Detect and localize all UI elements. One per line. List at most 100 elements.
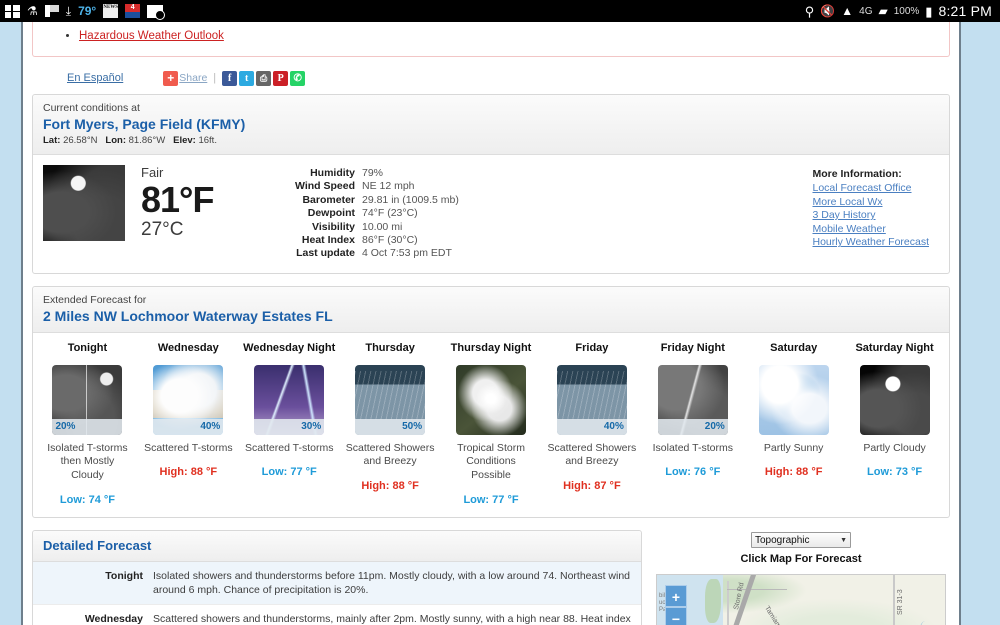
tstorm-day-icon: 40% [153, 364, 224, 435]
detail-key: Dewpoint [307, 207, 355, 220]
table-row: Barometer 29.81 in (1009.5 mb) [295, 193, 459, 207]
en-espanol-link[interactable]: En Español [67, 72, 123, 84]
forecast-card[interactable]: Wednesday Night 30% Scattered T-storms Low:… [239, 341, 340, 507]
detailed-forecast-panel: Detailed Forecast Tonight Isolated showe… [32, 529, 642, 625]
twitter-share-icon[interactable]: t [239, 70, 255, 86]
detail-key: Barometer [302, 193, 355, 206]
forecast-temperature: Low: 77 °F [261, 466, 317, 479]
status-clock: 8:21 PM [938, 3, 992, 19]
precip-probability-badge: 30% [254, 418, 325, 435]
fox4-icon: 4 [125, 4, 141, 18]
map-column: Topographic ▼ Click Map For Forecast Sto… [656, 530, 946, 625]
forecast-card[interactable]: Saturday Night Partly Cloudy Low: 73 °F [844, 341, 945, 507]
current-temp-fahrenheit: 81°F [141, 179, 214, 220]
signal-icon: ▰ [878, 4, 888, 18]
map-layer-select[interactable]: Topographic ▼ [751, 532, 851, 549]
detail-value: 86°F (30°C) [362, 234, 418, 247]
flag-icon [44, 4, 59, 18]
forecast-card[interactable]: Friday Night 20% Isolated T-storms Low: 76 … [642, 341, 743, 507]
hourly-weather-forecast-link[interactable]: Hourly Weather Forecast [812, 236, 929, 250]
map-road-sr31 [893, 575, 895, 625]
map-label-sr31: SR 31-3 [897, 589, 904, 616]
forecast-temperature: Low: 74 °F [59, 493, 115, 506]
forecast-description: Scattered T-storms [244, 441, 334, 454]
detail-key: Humidity [310, 167, 355, 179]
forecast-day-label: Wednesday [157, 341, 219, 354]
extended-forecast-header: Extended Forecast for 2 Miles NW Lochmoo… [33, 286, 949, 333]
hazardous-weather-outlook-link[interactable]: Hazardous Weather Outlook [79, 30, 224, 42]
facebook-share-icon[interactable]: f [222, 70, 238, 86]
current-temp-celsius: 27°C [141, 219, 184, 240]
elev-label: Elev: [173, 135, 196, 146]
addthis-share-label[interactable]: Share [179, 72, 207, 84]
print-share-icon[interactable]: ⎙ [256, 70, 272, 86]
hazardous-weather-box: Hazardous Weather Outlook [32, 22, 950, 57]
download-icon: ⤓ [65, 4, 72, 18]
status-bar-left-icons: ⚗ ⤓ 79° NEWS 4 [0, 4, 166, 20]
extended-forecast-kicker: Extended Forecast for [43, 293, 147, 306]
table-row: Wednesday Scattered showers and thunders… [33, 605, 641, 625]
forecast-description: Scattered Showers and Breezy [345, 441, 435, 468]
detail-value: 29.81 in (1009.5 mb) [362, 193, 459, 206]
mobile-weather-link[interactable]: Mobile Weather [812, 223, 929, 237]
table-row: Visibility 10.00 mi [295, 221, 459, 234]
detail-value: 74°F (23°C) [362, 207, 418, 220]
forecast-map[interactable]: Store Rd Tamiami Tr SR 31-3 bile uon Par +… [656, 574, 946, 625]
current-conditions-kicker: Current conditions at [43, 102, 140, 114]
local-forecast-office-link[interactable]: Local Forecast Office [812, 182, 929, 196]
addthis-widget: + Share | f t ⎙ P ✆ [163, 70, 307, 86]
pinterest-share-icon[interactable]: P [273, 70, 289, 86]
precip-probability-badge: 40% [556, 418, 627, 435]
windows-icon [5, 4, 20, 18]
map-label-tamiami: Tamiami Tr [763, 605, 788, 625]
forecast-day-label: Saturday [770, 341, 818, 354]
detailed-row-text: Isolated showers and thunderstorms befor… [153, 569, 631, 597]
cast-icon: ⚗ [27, 4, 38, 18]
precip-probability-badge: 40% [153, 418, 224, 435]
partly-sunny-icon [758, 364, 829, 435]
three-day-history-link[interactable]: 3 Day History [812, 209, 929, 223]
chevron-down-icon: ▼ [840, 536, 847, 544]
forecast-card[interactable]: Saturday Partly Sunny High: 88 °F [743, 341, 844, 507]
detail-value: 10.00 mi [362, 220, 403, 233]
rain-icon: 40% [556, 364, 627, 435]
detail-value: NE 12 mph [362, 180, 415, 193]
detail-value: 4 Oct 7:53 pm EDT [362, 247, 452, 260]
android-status-bar: ⚗ ⤓ 79° NEWS 4 ⚲ 🔇 ▲ 4G ▰ 100% ▮ 8:21 PM [0, 0, 1000, 22]
map-zoom-out-button[interactable]: − [665, 607, 687, 625]
forecast-card[interactable]: Thursday 50% Scattered Showers and Breezy H… [340, 341, 441, 507]
network-type-label: 4G [859, 5, 873, 17]
whatsapp-share-icon[interactable]: ✆ [290, 70, 306, 86]
table-row: Heat Index 86°F (30°C) [295, 234, 459, 247]
forecast-description: Isolated T-storms then Mostly Cloudy [47, 441, 128, 482]
detailed-row-label: Wednesday [84, 613, 143, 625]
current-details-table: Humidity 79% Wind Speed NE 12 mph Baromete… [295, 165, 625, 261]
map-caption: Click Map For Forecast [740, 553, 862, 566]
more-local-wx-link[interactable]: More Local Wx [812, 196, 929, 210]
map-zoom-in-button[interactable]: + [665, 585, 687, 608]
forecast-temperature: High: 88 °F [764, 466, 823, 479]
tstorm-night-icon: 20% [52, 364, 123, 435]
map-road-store-rd [727, 581, 729, 625]
map-layer-selected-value: Topographic [755, 534, 810, 546]
mute-icon: 🔇 [820, 4, 836, 18]
current-temperature-block: Fair 81°F 27°C [125, 165, 295, 261]
more-information-title: More Information: [812, 168, 902, 180]
lon-label: Lon: [105, 135, 126, 146]
map-layer-select-wrap: Topographic ▼ [656, 530, 946, 549]
detail-key: Heat Index [301, 234, 355, 247]
battery-icon: ▮ [925, 3, 933, 19]
addthis-plus-icon[interactable]: + [163, 70, 179, 86]
location-icon: ⚲ [804, 3, 815, 19]
forecast-card[interactable]: Thursday Night Tropical Storm Conditions … [441, 341, 542, 507]
forecast-card[interactable]: Wednesday 40% Scattered T-storms High: 88 °… [138, 341, 239, 507]
forecast-day-label: Thursday Night [450, 341, 532, 354]
forecast-description: Partly Sunny [763, 441, 824, 454]
forecast-temperature: High: 88 °F [361, 480, 419, 493]
forecast-description: Partly Cloudy [863, 441, 926, 454]
forecast-temperature: High: 88 °F [159, 466, 218, 479]
page-content: Hazardous Weather Outlook En Español + S… [21, 22, 961, 625]
forecast-card[interactable]: Friday 40% Scattered Showers and Breezy Hig… [541, 341, 642, 507]
precip-probability-badge: 20% [657, 418, 728, 435]
forecast-card[interactable]: Tonight 20% Isolated T-storms then Mostly … [37, 341, 138, 507]
